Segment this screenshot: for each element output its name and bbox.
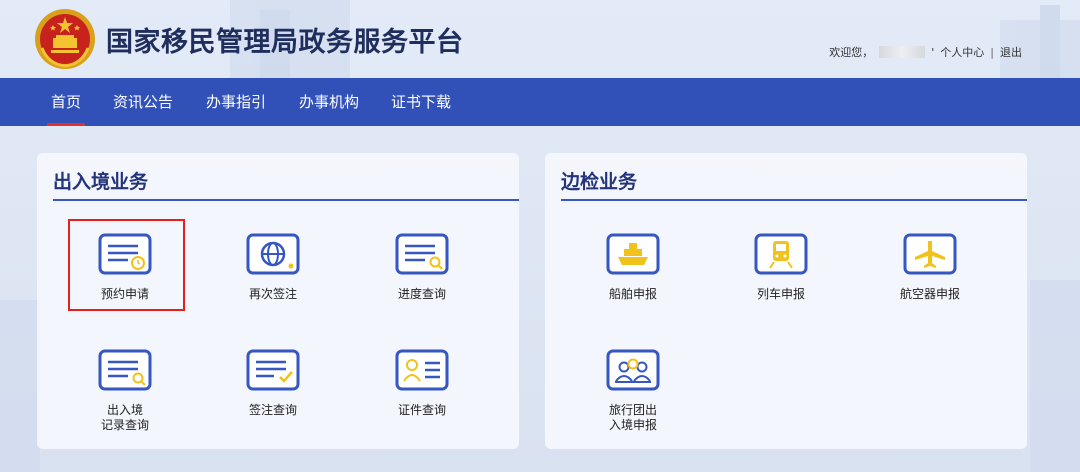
service-label: 再次签注: [248, 287, 297, 301]
service-label: 旅行团出 入境申报: [578, 403, 688, 433]
separator: |: [990, 45, 994, 59]
service-ship-declaration[interactable]: 船舶申报: [578, 233, 688, 302]
panel-title: 出入境业务: [53, 171, 149, 193]
quote-mark: ': [931, 45, 935, 59]
ship-icon: [606, 233, 660, 275]
nav-certificates[interactable]: 证书下载: [391, 78, 451, 126]
train-icon: [754, 233, 808, 275]
service-aircraft-declaration[interactable]: 航空器申报: [875, 233, 985, 302]
site-header: 国家移民管理局政务服务平台 欢迎您， ' 个人中心 | 退出: [0, 0, 1080, 78]
service-re-endorsement[interactable]: 再次签注: [218, 233, 328, 302]
service-label: 证件查询: [397, 403, 446, 417]
service-label: 进度查询: [397, 287, 446, 301]
service-progress-query[interactable]: 进度查询: [367, 233, 477, 302]
service-label: 签注查询: [248, 403, 297, 417]
service-entry-exit-record[interactable]: 出入境 记录查询: [70, 349, 180, 433]
airplane-icon: [903, 233, 957, 275]
endorsement-check-icon: [246, 349, 300, 391]
service-endorsement-query[interactable]: 签注查询: [218, 349, 328, 418]
nav-offices[interactable]: 办事机构: [299, 78, 359, 126]
service-id-query[interactable]: 证件查询: [367, 349, 477, 418]
service-label-line1: 旅行团出: [608, 403, 657, 417]
service-train-declaration[interactable]: 列车申报: [726, 233, 836, 302]
logout-link[interactable]: 退出: [1000, 44, 1022, 60]
panel-title: 边检业务: [561, 171, 638, 193]
service-label: 出入境 记录查询: [70, 403, 180, 433]
service-label: 船舶申报: [608, 287, 657, 301]
username-redacted: [879, 46, 926, 58]
record-search-icon: [98, 349, 152, 391]
site-title: 国家移民管理局政务服务平台: [106, 27, 464, 58]
service-label-line2: 入境申报: [608, 418, 657, 432]
nav-home[interactable]: 首页: [46, 78, 86, 126]
panel-divider: [561, 199, 1027, 201]
id-card-icon: [395, 349, 449, 391]
highlight-box: [68, 219, 185, 311]
national-emblem-icon: [35, 9, 95, 69]
service-label-line1: 出入境: [106, 403, 143, 417]
panel-divider: [53, 199, 519, 201]
welcome-text: 欢迎您，: [829, 46, 874, 59]
service-label: 列车申报: [756, 287, 805, 301]
user-bar: 欢迎您， ' 个人中心 | 退出: [829, 44, 1022, 60]
main-nav: 首页 资讯公告 办事指引 办事机构 证书下载: [0, 78, 1080, 126]
service-label: 航空器申报: [899, 287, 960, 301]
nav-guide[interactable]: 办事指引: [206, 78, 266, 126]
service-label-line2: 记录查询: [100, 418, 149, 432]
globe-icon: [246, 233, 300, 275]
nav-news[interactable]: 资讯公告: [113, 78, 173, 126]
user-center-link[interactable]: 个人中心: [940, 44, 984, 60]
progress-search-icon: [395, 233, 449, 275]
service-tour-group-declaration[interactable]: 旅行团出 入境申报: [578, 349, 688, 433]
border-inspection-panel: 边检业务 船舶申报 列车申报 航空器申报 旅行团出 入境申报: [545, 153, 1027, 449]
tour-group-icon: [606, 349, 660, 391]
